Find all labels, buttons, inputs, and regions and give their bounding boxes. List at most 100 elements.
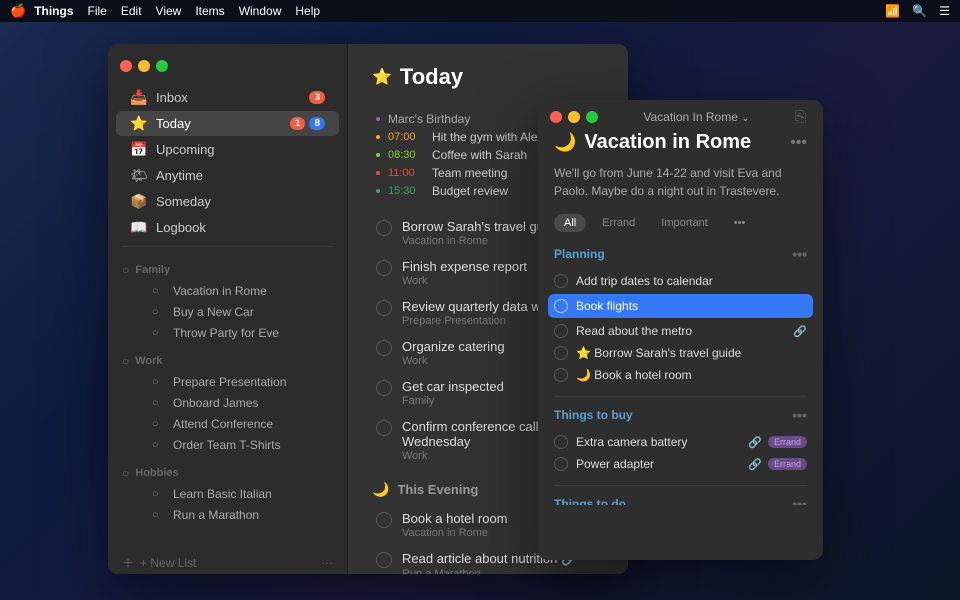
sidebar-item-inbox[interactable]: 📥 Inbox 3	[116, 85, 339, 110]
filter-all-btn[interactable]: All	[554, 214, 586, 232]
task-check-camera[interactable]	[554, 435, 568, 449]
sidebar-item-conference[interactable]: ○ Attend Conference	[116, 414, 339, 434]
detail-task-metro[interactable]: Read about the metro 🔗	[554, 320, 807, 342]
detail-task-travel-guide[interactable]: ⭐ Borrow Sarah's travel guide	[554, 342, 807, 364]
buy-label: Things to buy	[554, 408, 633, 422]
detail-window-title: Vacation In Rome	[643, 110, 738, 124]
todo-more-icon[interactable]: •••	[792, 496, 807, 505]
sidebar-item-onboard[interactable]: ○ Onboard James	[116, 393, 339, 413]
adapter-errand-badge: Errand	[768, 458, 807, 470]
menu-app[interactable]: Things	[34, 4, 73, 18]
new-list-plus-icon: ＋	[122, 554, 134, 571]
task-check-travel-guide[interactable]	[554, 346, 568, 360]
tshirt-label: Order Team T-Shirts	[173, 438, 281, 452]
new-list-button[interactable]: ＋ + New List ⋯	[108, 546, 347, 574]
filter-more-btn[interactable]: •••	[724, 214, 756, 232]
detail-task-adapter[interactable]: Power adapter 🔗 Errand	[554, 453, 807, 475]
maximize-button[interactable]	[156, 60, 168, 72]
sidebar-item-today[interactable]: ⭐ Today 1 8	[116, 111, 339, 136]
list-icon[interactable]: ☰	[939, 4, 950, 18]
time-val-3: 15:30	[388, 185, 424, 197]
task-checkbox-5[interactable]	[376, 420, 392, 436]
new-list-label: + New List	[140, 556, 196, 570]
menu-view[interactable]: View	[156, 4, 182, 18]
time-val-2: 11:00	[388, 167, 424, 179]
time-text-0: Hit the gym with Alex	[432, 130, 543, 144]
menu-items[interactable]: Things File Edit View Items Window Help	[34, 4, 320, 18]
vacation-label: Vacation in Rome	[173, 284, 267, 298]
inbox-badge: 3	[309, 91, 325, 104]
macos-menubar: 🍎 Things File Edit View Items Window Hel…	[0, 0, 960, 22]
menu-edit[interactable]: Edit	[121, 4, 142, 18]
detail-copy-icon[interactable]: ⎘	[795, 108, 811, 125]
task-label-hotel: 🌙 Book a hotel room	[576, 368, 807, 382]
anytime-icon: 🌤	[130, 167, 148, 184]
task-checkbox-2[interactable]	[376, 300, 392, 316]
filter-errand-btn[interactable]: Errand	[592, 214, 645, 232]
detail-more-icon[interactable]: •••	[790, 134, 807, 152]
planning-more-icon[interactable]: •••	[792, 246, 807, 262]
task-check-book-flights[interactable]	[554, 299, 568, 313]
sidebar-section-family: ○ Family	[108, 253, 347, 280]
wifi-icon: 📶	[885, 4, 900, 18]
task-label-book-flights: Book flights	[576, 299, 807, 313]
car-icon: ○	[152, 306, 166, 318]
sidebar-item-vacation-rome[interactable]: ○ Vacation in Rome	[116, 281, 339, 301]
evening-task-checkbox-0[interactable]	[376, 512, 392, 528]
sidebar-item-presentation[interactable]: ○ Prepare Presentation	[116, 372, 339, 392]
camera-link-icon: 🔗	[748, 436, 762, 449]
detail-project-header: 🌙 Vacation in Rome •••	[554, 131, 807, 154]
someday-icon: 📦	[130, 193, 148, 210]
metro-link-icon: 🔗	[793, 325, 807, 338]
detail-close-button[interactable]	[550, 111, 562, 123]
filter-important-btn[interactable]: Important	[651, 214, 717, 232]
sidebar-item-someday[interactable]: 📦 Someday	[116, 189, 339, 214]
hobbies-section-label: Hobbies	[135, 467, 178, 479]
pres-label: Prepare Presentation	[173, 375, 286, 389]
sidebar-item-logbook[interactable]: 📖 Logbook	[116, 215, 339, 240]
task-checkbox-1[interactable]	[376, 260, 392, 276]
sidebar-item-anytime[interactable]: 🌤 Anytime	[116, 163, 339, 188]
evening-task-checkbox-1[interactable]	[376, 552, 392, 568]
detail-task-trip-dates[interactable]: Add trip dates to calendar	[554, 270, 807, 292]
sidebar-item-tshirts[interactable]: ○ Order Team T-Shirts	[116, 435, 339, 455]
menu-file[interactable]: File	[88, 4, 107, 18]
detail-task-hotel[interactable]: 🌙 Book a hotel room	[554, 364, 807, 386]
time-dot-0	[376, 135, 380, 139]
detail-task-book-flights[interactable]: Book flights	[548, 294, 813, 318]
task-checkbox-3[interactable]	[376, 340, 392, 356]
settings-icon[interactable]: ⋯	[321, 556, 333, 570]
divider-2	[554, 485, 807, 486]
search-icon[interactable]: 🔍	[912, 4, 927, 18]
task-checkbox-0[interactable]	[376, 220, 392, 236]
minimize-button[interactable]	[138, 60, 150, 72]
detail-task-camera[interactable]: Extra camera battery 🔗 Errand	[554, 431, 807, 453]
sidebar-item-italian[interactable]: ○ Learn Basic Italian	[116, 484, 339, 504]
sidebar-item-buy-car[interactable]: ○ Buy a New Car	[116, 302, 339, 322]
menu-items[interactable]: Items	[195, 4, 224, 18]
sidebar-item-upcoming[interactable]: 📅 Upcoming	[116, 137, 339, 162]
task-check-hotel[interactable]	[554, 368, 568, 382]
onboard-icon: ○	[152, 397, 166, 409]
detail-maximize-button[interactable]	[586, 111, 598, 123]
task-check-trip-dates[interactable]	[554, 274, 568, 288]
menu-window[interactable]: Window	[239, 4, 282, 18]
conference-icon: ○	[152, 418, 166, 430]
macos-right-icons: 📶 🔍 ☰	[885, 4, 950, 18]
menu-help[interactable]: Help	[295, 4, 320, 18]
detail-minimize-button[interactable]	[568, 111, 580, 123]
italian-label: Learn Basic Italian	[173, 487, 272, 501]
task-checkbox-4[interactable]	[376, 380, 392, 396]
task-check-adapter[interactable]	[554, 457, 568, 471]
detail-project-icon: 🌙	[554, 132, 576, 153]
onboard-label: Onboard James	[173, 396, 258, 410]
close-button[interactable]	[120, 60, 132, 72]
buy-more-icon[interactable]: •••	[792, 407, 807, 423]
pres-icon: ○	[152, 376, 166, 388]
adapter-link-icon: 🔗	[748, 458, 762, 471]
tshirt-icon: ○	[152, 439, 166, 451]
task-check-metro[interactable]	[554, 324, 568, 338]
sidebar-item-marathon[interactable]: ○ Run a Marathon	[116, 505, 339, 525]
sidebar-item-party[interactable]: ○ Throw Party for Eve	[116, 323, 339, 343]
logbook-icon: 📖	[130, 219, 148, 236]
